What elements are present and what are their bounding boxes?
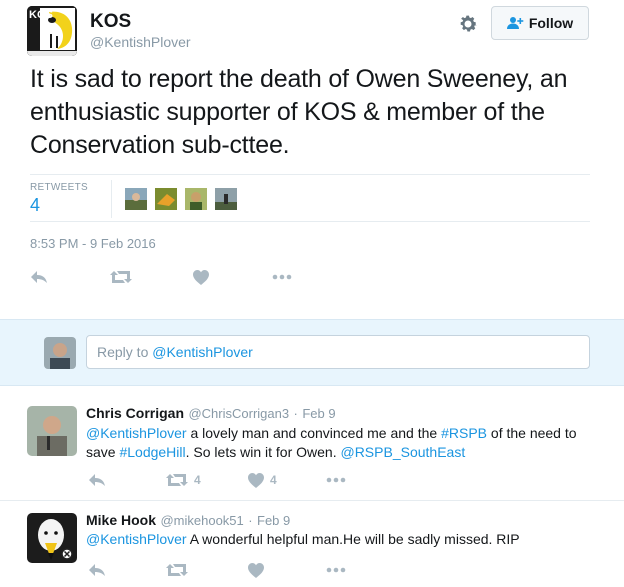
tweet-timestamp[interactable]: 8:53 PM - 9 Feb 2016 (30, 236, 156, 251)
retweet-icon (110, 271, 132, 283)
reply-icon (31, 271, 47, 283)
retweeter-avatar[interactable] (155, 188, 177, 210)
divider (0, 500, 624, 501)
hashtag-link[interactable]: #LodgeHill (119, 444, 185, 460)
hashtag-link[interactable]: #RSPB (441, 425, 487, 441)
meta-separator: · (293, 406, 298, 421)
reply-button[interactable] (30, 267, 54, 287)
reply-prefix: Reply to (97, 344, 153, 360)
retweeter-avatar[interactable] (185, 188, 207, 210)
stats-divider (111, 180, 112, 218)
gear-icon[interactable] (456, 12, 480, 36)
reply-icon (89, 564, 105, 576)
like-button[interactable] (193, 267, 217, 287)
retweet-count: 4 (194, 473, 201, 487)
reply-date[interactable]: Feb 9 (257, 513, 290, 528)
reply-text: @KentishPlover a lovely man and convince… (86, 425, 577, 460)
follow-button[interactable]: Follow (491, 6, 589, 40)
account-name[interactable]: KOS (90, 11, 131, 33)
reply-avatar[interactable] (27, 513, 77, 563)
more-icon (326, 477, 346, 483)
meta-separator: · (248, 513, 253, 528)
kos-avatar[interactable]: KOS (27, 6, 77, 56)
like-button[interactable] (248, 560, 272, 580)
like-count: 4 (270, 473, 277, 487)
more-button[interactable] (272, 267, 296, 287)
tweet-text: It is sad to report the death of Owen Sw… (30, 65, 568, 159)
reply-author-name[interactable]: Mike Hook (86, 512, 156, 528)
follow-person-icon (506, 17, 524, 29)
retweeter-avatar[interactable] (215, 188, 237, 210)
reply-text: @KentishPlover A wonderful helpful man.H… (86, 531, 520, 547)
reply-header: Chris Corrigan @ChrisCorrigan3 · Feb 9 (86, 405, 336, 423)
more-icon (272, 274, 292, 280)
like-icon (193, 269, 209, 285)
retweet-button[interactable] (110, 267, 134, 287)
reply-icon (89, 474, 105, 486)
divider (30, 221, 590, 222)
reply-mention: @KentishPlover (152, 344, 253, 360)
more-icon (326, 567, 346, 573)
reply-author-name[interactable]: Chris Corrigan (86, 405, 184, 421)
reply-date[interactable]: Feb 9 (302, 406, 335, 421)
current-user-avatar (44, 337, 76, 369)
like-icon (248, 562, 264, 578)
retweet-icon (166, 474, 188, 486)
reply-button[interactable] (88, 470, 112, 490)
more-button[interactable] (326, 560, 350, 580)
mention-link[interactable]: @KentishPlover (86, 425, 187, 441)
divider (30, 174, 590, 175)
reply-input[interactable]: Reply to @KentishPlover (86, 335, 590, 369)
reply-author-handle[interactable]: @ChrisCorrigan3 (188, 406, 289, 421)
reply-author-handle[interactable]: @mikehook51 (160, 513, 243, 528)
follow-label: Follow (528, 15, 574, 31)
kos-logo-letters: KOS (29, 9, 53, 22)
reply-header: Mike Hook @mikehook51 · Feb 9 (86, 512, 290, 530)
account-handle[interactable]: @KentishPlover (90, 34, 191, 50)
mention-link[interactable]: @KentishPlover (86, 531, 187, 547)
like-button[interactable]: 4 (248, 470, 308, 490)
retweet-button[interactable] (166, 560, 190, 580)
like-icon (248, 472, 264, 488)
retweets-label[interactable]: RETWEETS (30, 182, 88, 193)
reply-avatar[interactable] (27, 406, 77, 456)
retweet-button[interactable]: 4 (166, 470, 226, 490)
reply-button[interactable] (88, 560, 112, 580)
retweets-count[interactable]: 4 (30, 195, 40, 216)
retweet-icon (166, 564, 188, 576)
more-button[interactable] (326, 470, 350, 490)
mention-link[interactable]: @RSPB_SouthEast (340, 444, 465, 460)
retweeter-avatar[interactable] (125, 188, 147, 210)
